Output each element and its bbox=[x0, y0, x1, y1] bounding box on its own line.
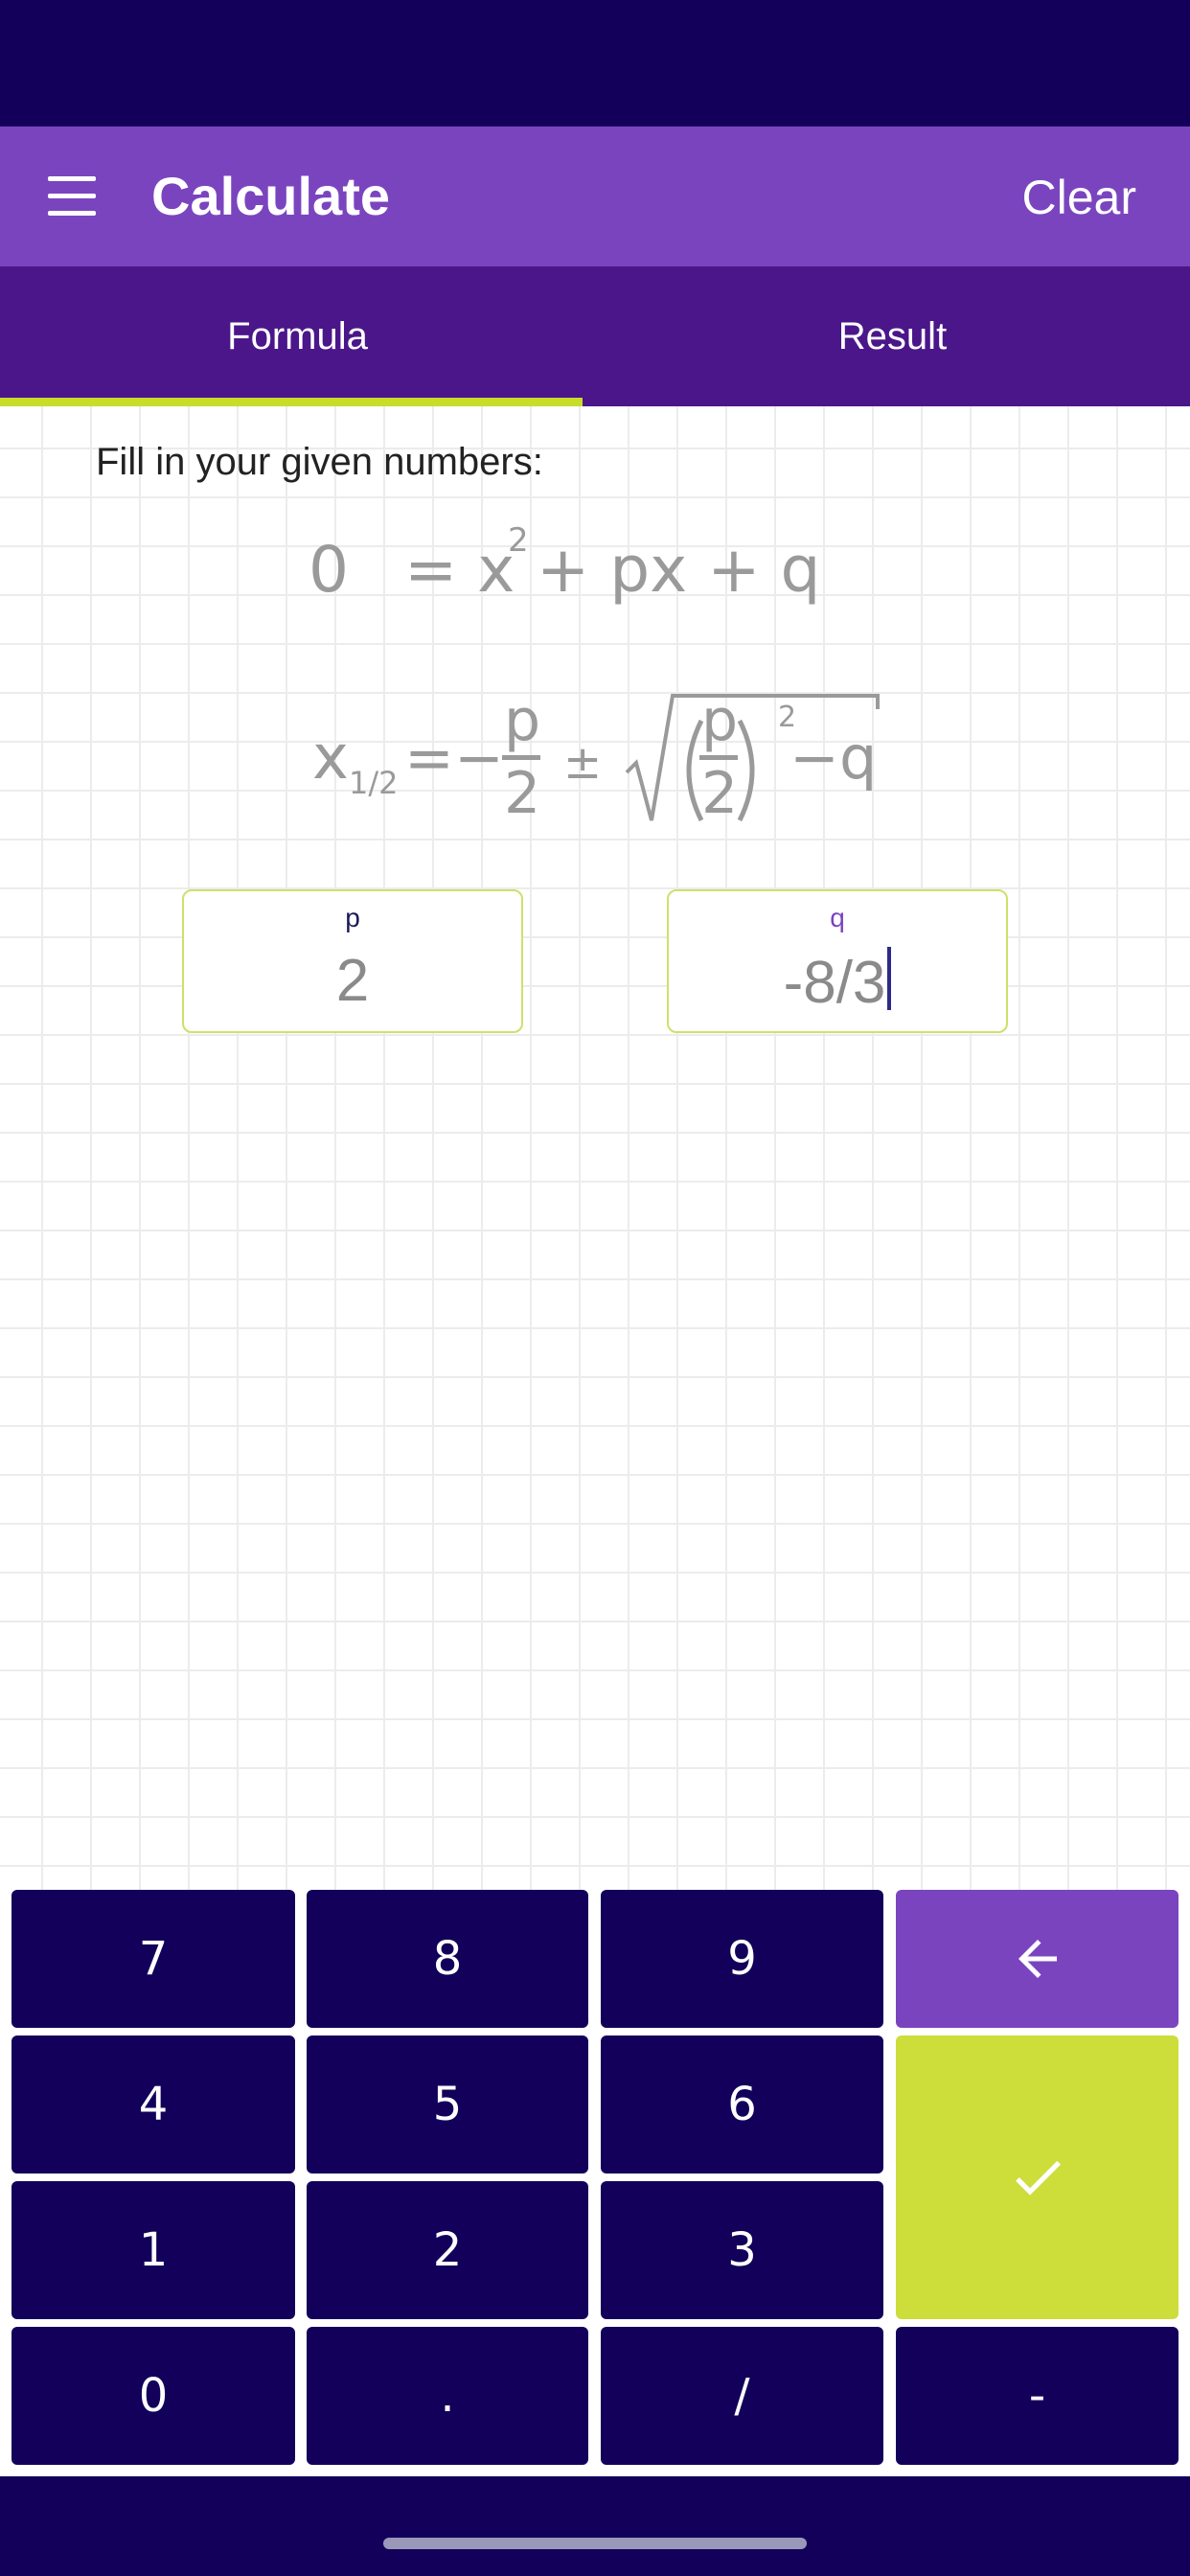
tab-indicator bbox=[0, 398, 583, 406]
key-7[interactable]: 7 bbox=[11, 1890, 295, 2028]
tab-formula[interactable]: Formula bbox=[0, 266, 595, 406]
key-2[interactable]: 2 bbox=[307, 2181, 588, 2319]
formula-x: x bbox=[312, 723, 349, 794]
equation-rhs-start: = x bbox=[404, 533, 515, 607]
equation-rhs-end: + px + q bbox=[537, 533, 821, 607]
formula-two: 2 bbox=[504, 760, 540, 827]
formula-equals-minus: =− bbox=[404, 723, 504, 793]
key-6[interactable]: 6 bbox=[601, 2036, 883, 2174]
key-0[interactable]: 0 bbox=[11, 2327, 295, 2465]
key-8[interactable]: 8 bbox=[307, 1890, 588, 2028]
formula-minus-q: −q bbox=[790, 723, 877, 793]
key-4[interactable]: 4 bbox=[11, 2036, 295, 2174]
confirm-button[interactable] bbox=[896, 2036, 1179, 2319]
p-input-label: p bbox=[345, 903, 360, 932]
numeric-keypad: 7 8 9 4 5 6 1 2 3 0 . / - bbox=[0, 1890, 1190, 2476]
key-decimal[interactable]: . bbox=[307, 2327, 588, 2465]
key-9[interactable]: 9 bbox=[601, 1890, 883, 2028]
formula-p: p bbox=[504, 687, 540, 754]
q-input-value: -8/3 bbox=[783, 950, 886, 1016]
formula-plus-minus: ± bbox=[563, 736, 602, 790]
key-1[interactable]: 1 bbox=[11, 2181, 295, 2319]
equation-exponent: 2 bbox=[508, 521, 529, 560]
app-bar: Calculate Clear bbox=[0, 126, 1190, 266]
p-input-value: 2 bbox=[335, 948, 370, 1014]
status-bar bbox=[0, 0, 1190, 126]
key-fraction-slash[interactable]: / bbox=[601, 2327, 883, 2465]
formula-subscript: 1/2 bbox=[349, 765, 399, 801]
backspace-button[interactable] bbox=[896, 1890, 1179, 2028]
pq-formula: x 1/2 =− p 2 ± p 2 2 −q bbox=[312, 687, 880, 827]
key-minus[interactable]: - bbox=[896, 2327, 1179, 2465]
equation-lhs: 0 bbox=[309, 533, 349, 607]
check-icon bbox=[1015, 2160, 1061, 2196]
arrow-left-icon bbox=[1018, 1940, 1057, 1978]
clear-button[interactable]: Clear bbox=[1022, 169, 1136, 226]
menu-icon[interactable] bbox=[42, 176, 102, 217]
left-paren bbox=[686, 719, 704, 822]
p-input-field[interactable]: p 2 bbox=[182, 889, 523, 1033]
instruction-text: Fill in your given numbers: bbox=[96, 441, 543, 483]
q-input-value-wrap: -8/3 bbox=[669, 947, 1006, 1017]
key-5[interactable]: 5 bbox=[307, 2036, 588, 2174]
navigation-bar bbox=[0, 2476, 1190, 2576]
tab-result[interactable]: Result bbox=[595, 266, 1190, 406]
home-indicator[interactable] bbox=[383, 2538, 807, 2549]
equation-quadratic: 0 = x 2 + px + q bbox=[309, 521, 979, 638]
key-3[interactable]: 3 bbox=[601, 2181, 883, 2319]
text-cursor bbox=[887, 947, 892, 1010]
tab-bar: Formula Result bbox=[0, 266, 1190, 406]
formula-panel: Fill in your given numbers: 0 = x 2 + px… bbox=[0, 406, 1190, 1890]
inner-formula-p: p bbox=[701, 687, 738, 754]
q-input-field[interactable]: q -8/3 bbox=[667, 889, 1008, 1033]
q-input-label: q bbox=[830, 903, 845, 932]
page-title: Calculate bbox=[151, 166, 390, 226]
inner-formula-two: 2 bbox=[701, 760, 738, 827]
right-paren bbox=[737, 719, 755, 822]
